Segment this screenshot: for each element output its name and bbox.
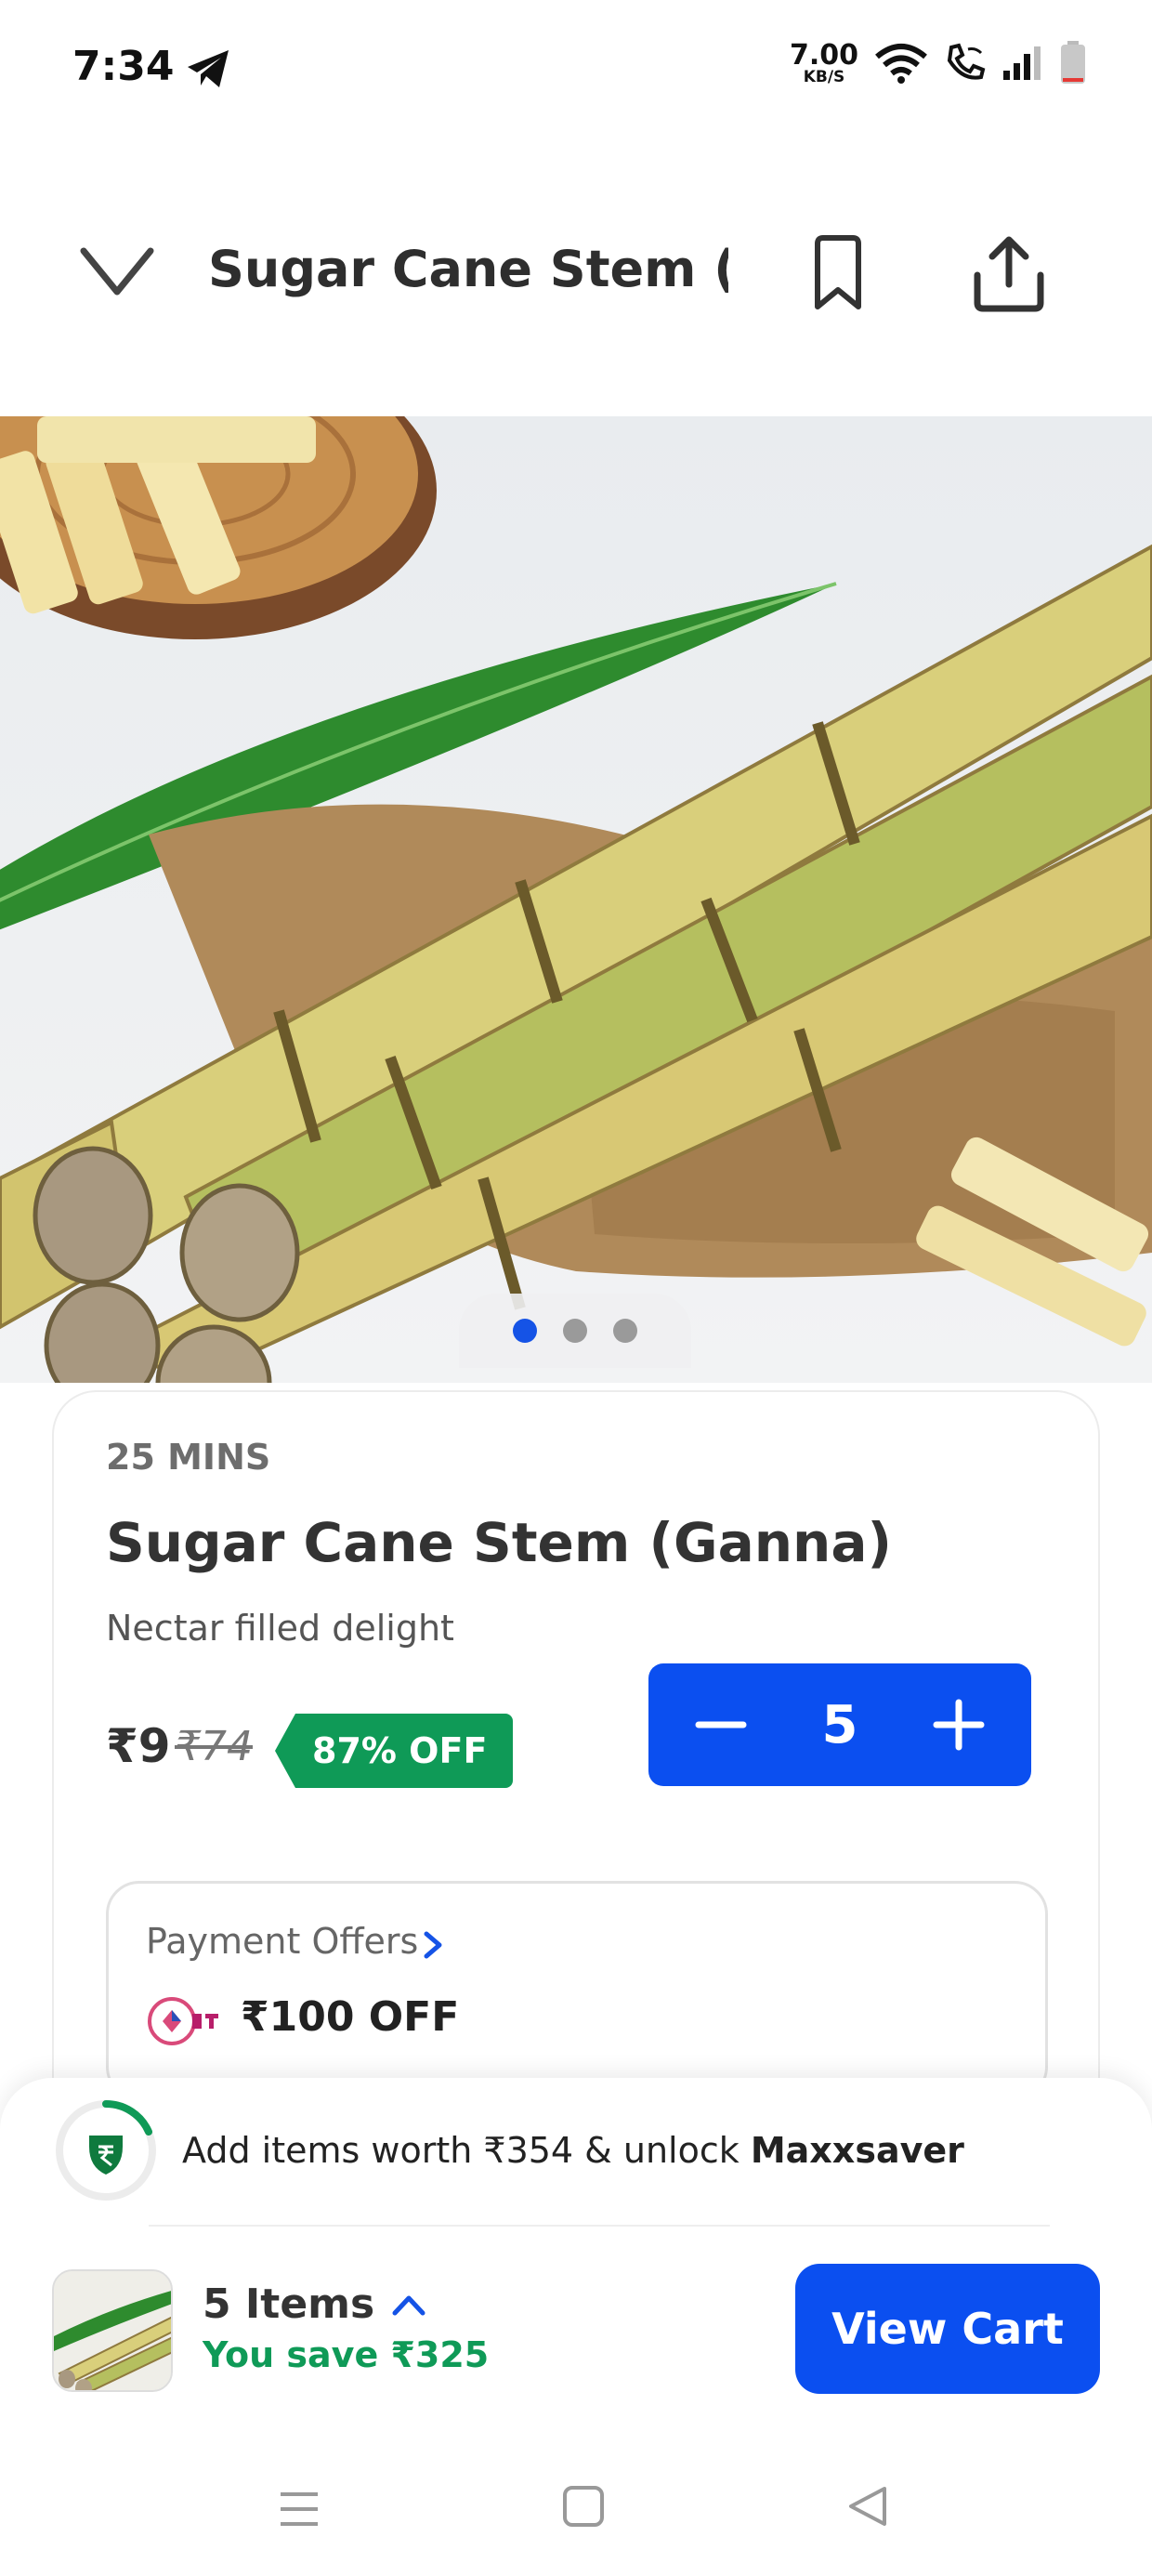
signal-icon xyxy=(1003,46,1041,80)
bookmark-icon[interactable] xyxy=(808,234,868,312)
wifi-icon xyxy=(875,44,927,84)
product-details-card: 25 MINS Sugar Cane Stem (Ganna) Nectar f… xyxy=(52,1390,1100,2134)
network-speed: 7.00 KB/S xyxy=(789,38,858,86)
wifi-call-icon xyxy=(947,43,986,80)
delivery-time: 25 MINS xyxy=(106,1437,271,1478)
quantity-stepper: 5 xyxy=(648,1663,1031,1786)
cart-item-thumbnail[interactable] xyxy=(52,2269,173,2392)
carousel-dot[interactable] xyxy=(563,1319,587,1343)
product-image[interactable] xyxy=(0,416,1152,1383)
cart-item-count[interactable]: 5 Items xyxy=(203,2280,426,2328)
cart-savings: You save ₹325 xyxy=(203,2334,490,2375)
sugarcane-thumbnail xyxy=(54,2271,171,2390)
home-icon[interactable] xyxy=(561,2483,606,2530)
product-name: Sugar Cane Stem (Ganna) xyxy=(106,1511,892,1574)
mrp-price: ₹74 xyxy=(175,1723,253,1770)
status-icons: 7.00 KB/S xyxy=(790,41,1087,85)
decrement-button[interactable] xyxy=(693,1697,749,1753)
share-icon[interactable] xyxy=(970,234,1048,312)
sugarcane-illustration xyxy=(0,416,1152,1383)
savings-progress-icon xyxy=(56,2099,156,2201)
chevron-right-icon xyxy=(424,1931,442,1959)
page-title: Sugar Cane Stem (... xyxy=(208,240,728,298)
increment-button[interactable] xyxy=(931,1697,987,1753)
battery-icon xyxy=(1061,41,1085,84)
carousel-dot[interactable] xyxy=(513,1319,537,1343)
payment-offers-label: Payment Offers xyxy=(146,1921,419,1962)
product-header: Sugar Cane Stem (... xyxy=(0,214,1152,335)
divider xyxy=(149,2225,1050,2227)
telegram-icon xyxy=(188,50,229,87)
offer-amount: ₹100 OFF xyxy=(241,1993,460,2041)
selling-price: ₹9 xyxy=(106,1719,171,1773)
minus-icon xyxy=(695,1721,747,1728)
unlock-maxxsaver-text: Add items worth ₹354 & unlock Maxxsaver xyxy=(182,2130,964,2171)
view-cart-button[interactable]: View Cart xyxy=(795,2264,1100,2394)
quantity-value: 5 xyxy=(821,1694,858,1755)
chevron-up-icon[interactable] xyxy=(391,2293,426,2317)
menu-icon[interactable] xyxy=(277,2487,321,2531)
bank-logo-icon xyxy=(148,1997,218,2045)
back-icon[interactable] xyxy=(845,2483,890,2530)
chevron-down-icon[interactable] xyxy=(78,242,156,301)
plus-icon xyxy=(933,1699,985,1751)
carousel-indicator[interactable] xyxy=(459,1294,691,1368)
status-time: 7:34 xyxy=(72,43,175,90)
discount-badge: 87% OFF xyxy=(275,1714,514,1788)
status-bar: 7:34 7.00 KB/S xyxy=(0,0,1152,139)
carousel-dot[interactable] xyxy=(613,1319,637,1343)
payment-offers-card[interactable]: Payment Offers ₹100 OFF xyxy=(106,1881,1048,2100)
product-subtitle: Nectar filled delight xyxy=(106,1608,454,1649)
